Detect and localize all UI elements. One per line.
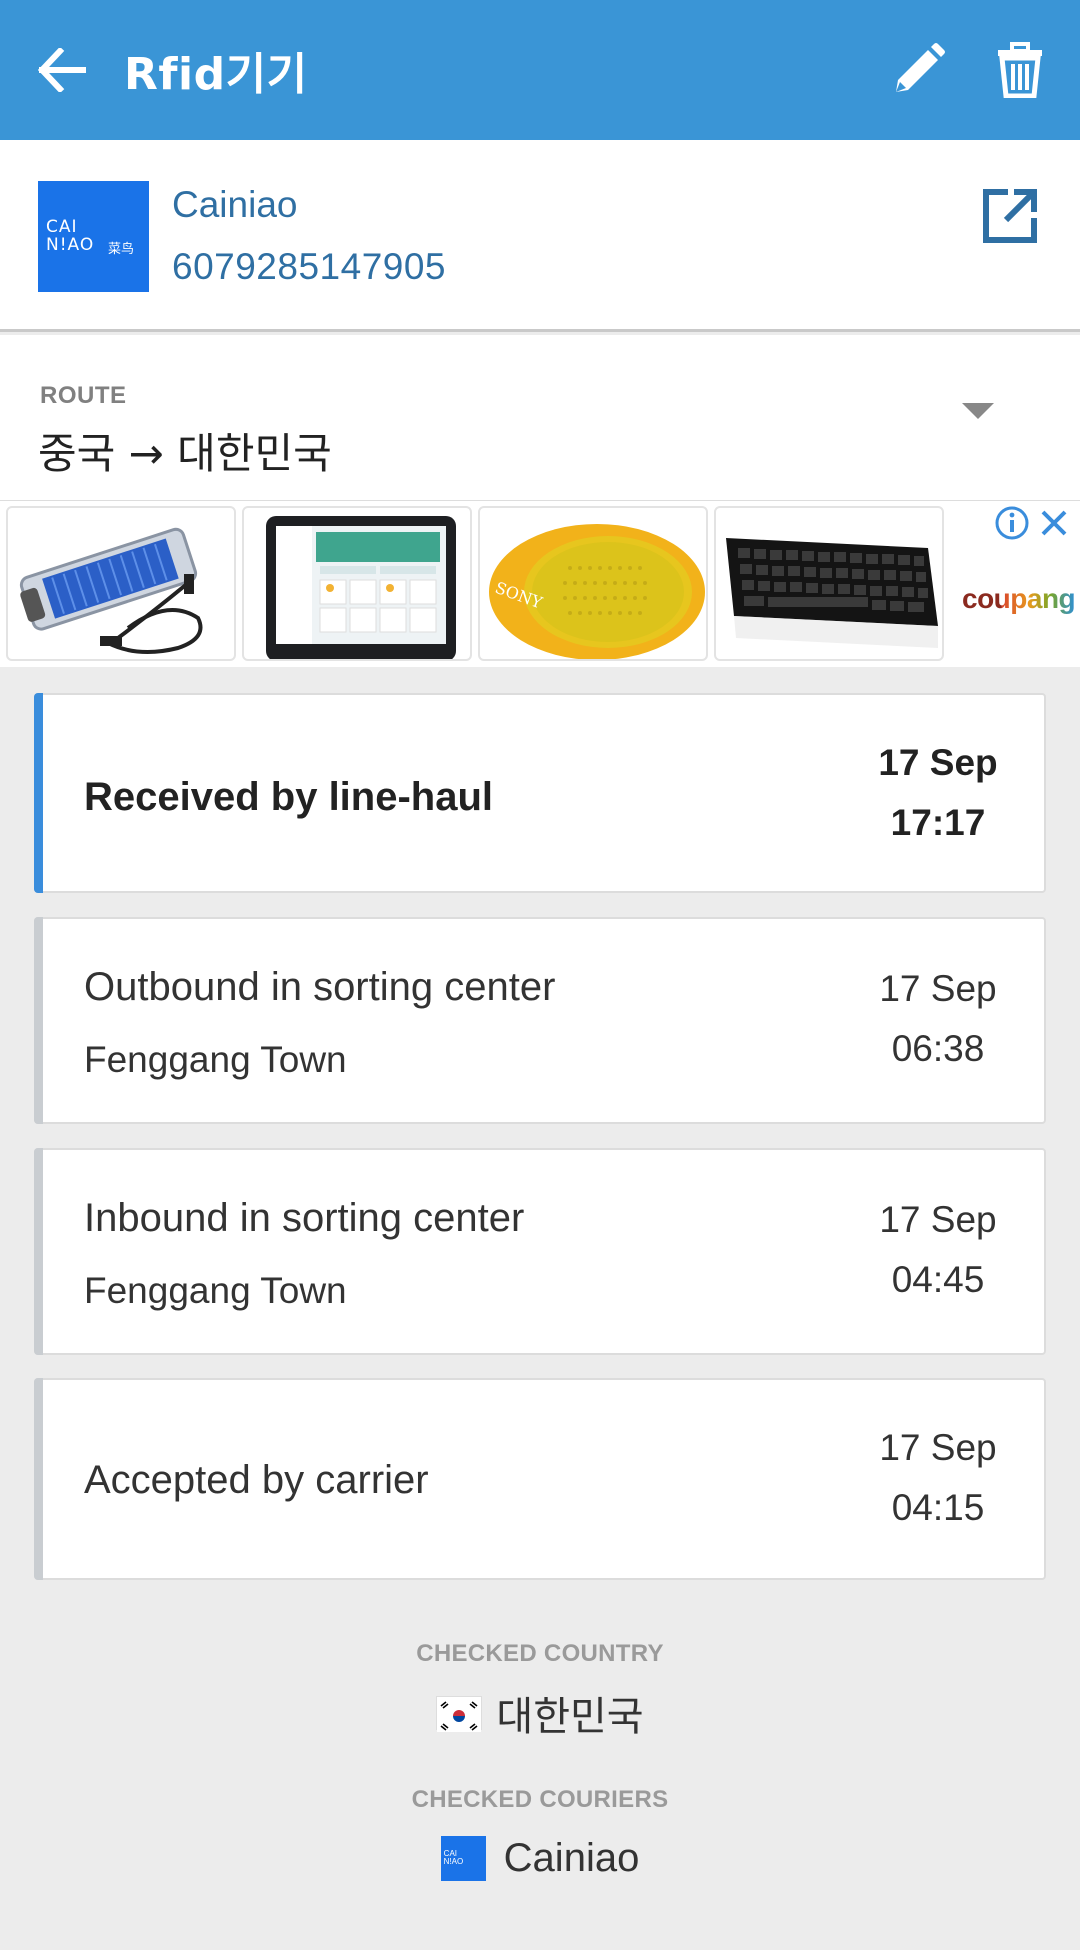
event-date: 17 Sep [879,968,997,1009]
checked-courier-name[interactable]: Cainiao [504,1836,640,1881]
event-title: Accepted by carrier [84,1458,429,1502]
event-time: 06:38 [891,1028,985,1069]
courier-name[interactable]: Cainiao [172,184,297,226]
ad-brand-coupang[interactable]: coupang [962,583,1076,615]
event-title: Received by line-haul [84,775,494,819]
event-time: 17:17 [890,802,986,843]
app-bar: Rfid기기 [0,0,1080,140]
ad-banner: SONY coupang [0,500,1080,667]
tracking-number[interactable]: 6079285147905 [172,246,446,288]
event-location: Fenggang Town [84,1270,347,1311]
tracking-event-card[interactable]: Outbound in sorting center Fenggang Town… [34,917,1046,1124]
checked-couriers-label: CHECKED COURIERS [411,1786,669,1813]
route-selector[interactable]: ROUTE 중국 → 대한민국 [0,335,1080,500]
logo-text-cn: 菜鸟 [108,242,135,257]
status-bar [34,1378,43,1580]
event-date: 17 Sep [879,1427,997,1468]
edit-pencil-icon[interactable] [878,30,958,110]
event-date: 17 Sep [879,1199,997,1240]
checked-country-label: CHECKED COUNTRY [416,1640,664,1667]
tracking-event-card[interactable]: Received by line-haul 17 Sep 17:17 [34,693,1046,893]
event-time: 04:15 [891,1487,985,1528]
korea-flag-icon [436,1696,483,1732]
ad-close-icon[interactable] [1038,507,1070,544]
checked-courier: CAI N!AO Cainiao [0,1830,1080,1886]
status-bar [34,1148,43,1355]
ad-info-icon[interactable] [994,505,1030,546]
page-title: Rfid기기 [124,49,308,100]
event-time: 04:45 [891,1259,985,1300]
route-label: ROUTE [40,382,127,409]
tracking-event-card[interactable]: Accepted by carrier 17 Sep 04:15 [34,1378,1046,1580]
open-external-icon[interactable] [980,186,1040,246]
mini-logo-text-line2: N!AO [443,1856,464,1866]
ad-product-speaker[interactable]: SONY [478,506,708,661]
delete-trash-icon[interactable] [980,30,1060,110]
status-bar [34,917,43,1124]
logo-text-line2: N!AO [46,235,95,255]
checked-country-name: 대한민국 [496,1694,644,1740]
cainiao-logo: CAI N!AO 菜鸟 [38,181,149,292]
cainiao-mini-logo-icon: CAI N!AO [440,1835,486,1881]
checked-country: 대한민국 [0,1685,1080,1741]
event-title: Outbound in sorting center [84,965,556,1009]
ad-product-ssd-enclosure[interactable] [6,506,236,661]
event-location: Fenggang Town [84,1039,347,1080]
event-title: Inbound in sorting center [84,1196,525,1240]
status-bar [34,693,43,893]
ad-brand-text: coupang [962,583,1076,614]
back-arrow-icon[interactable] [30,38,94,102]
dropdown-caret-icon[interactable] [962,403,994,419]
event-date: 17 Sep [878,742,998,783]
logo-text-line1: CAI [46,217,78,237]
ad-product-keyboard[interactable] [714,506,944,661]
ad-product-tablet[interactable] [242,506,472,661]
tracking-event-card[interactable]: Inbound in sorting center Fenggang Town … [34,1148,1046,1355]
route-value: 중국 → 대한민국 [38,429,332,478]
courier-header: CAI N!AO 菜鸟 Cainiao 6079285147905 [0,140,1080,332]
